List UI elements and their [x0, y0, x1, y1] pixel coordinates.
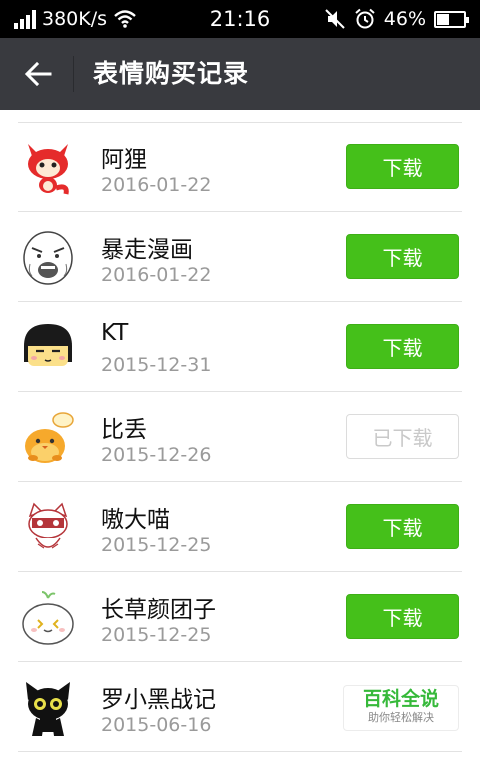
- item-name: 长草颜团子: [101, 597, 216, 623]
- item-date: 2016-01-22: [101, 264, 212, 286]
- item-date: 2015-12-25: [101, 624, 212, 646]
- item-name: 罗小黑战记: [101, 687, 216, 713]
- back-arrow-icon[interactable]: [20, 56, 56, 92]
- battery-fill: [437, 13, 449, 25]
- ali-fox-icon: [28, 144, 69, 195]
- item-name: 比丢: [101, 417, 147, 443]
- item-date: 2015-12-25: [101, 534, 212, 556]
- kt-girl-icon: [24, 324, 72, 366]
- battery-icon: [434, 10, 469, 28]
- item-date: 2015-12-26: [101, 444, 212, 466]
- download-button[interactable]: 下载: [346, 324, 459, 369]
- alarm-icon: [355, 8, 375, 29]
- list-item[interactable]: 暴走漫画 2016-01-22 下载: [18, 212, 462, 302]
- purchase-list: 阿狸 2016-01-22 下载 暴走漫画 2016-01-22 下载 KT 2…: [0, 122, 480, 752]
- watermark-logo: 百科全说 助你轻松解决: [343, 685, 459, 731]
- downloaded-button[interactable]: 已下载: [346, 414, 459, 459]
- item-date: 2015-06-16: [101, 714, 212, 736]
- item-name: KT: [101, 320, 129, 346]
- download-button[interactable]: 下载: [346, 144, 459, 189]
- list-item[interactable]: KT 2015-12-31 下载: [18, 302, 462, 392]
- list-item[interactable]: 比丢 2015-12-26 已下载: [18, 392, 462, 482]
- item-date: 2016-01-22: [101, 174, 212, 196]
- aodamiao-cat-icon: [28, 502, 68, 549]
- watermark-main: 百科全说: [362, 688, 439, 710]
- item-name: 阿狸: [101, 147, 147, 173]
- luoxiaohei-cat-icon: [26, 682, 70, 736]
- download-button[interactable]: 下载: [346, 504, 459, 549]
- page-title: 表情购买记录: [93, 59, 250, 88]
- action-bar: 表情购买记录: [0, 38, 480, 110]
- battery-percent: 46%: [383, 8, 426, 30]
- item-date: 2015-12-31: [101, 354, 212, 376]
- header-divider: [73, 56, 74, 92]
- status-bar: 380K/s 21:16 46%: [0, 0, 480, 38]
- list-item[interactable]: 阿狸 2016-01-22 下载: [18, 122, 462, 212]
- list-item[interactable]: 长草颜团子 2015-12-25 下载: [18, 572, 462, 662]
- item-name: 嗷大喵: [101, 507, 170, 533]
- bidiu-chick-icon: [25, 412, 74, 463]
- watermark-sub: 助你轻松解决: [368, 711, 434, 724]
- status-right: 46%: [324, 0, 469, 38]
- mute-icon: [325, 9, 345, 29]
- list-item[interactable]: 嗷大喵 2015-12-25 下载: [18, 482, 462, 572]
- rage-face-icon: [23, 231, 73, 285]
- download-button[interactable]: 下载: [346, 234, 459, 279]
- item-name: 暴走漫画: [101, 237, 193, 263]
- tuanzi-icon: [22, 591, 74, 645]
- download-button[interactable]: 下载: [346, 594, 459, 639]
